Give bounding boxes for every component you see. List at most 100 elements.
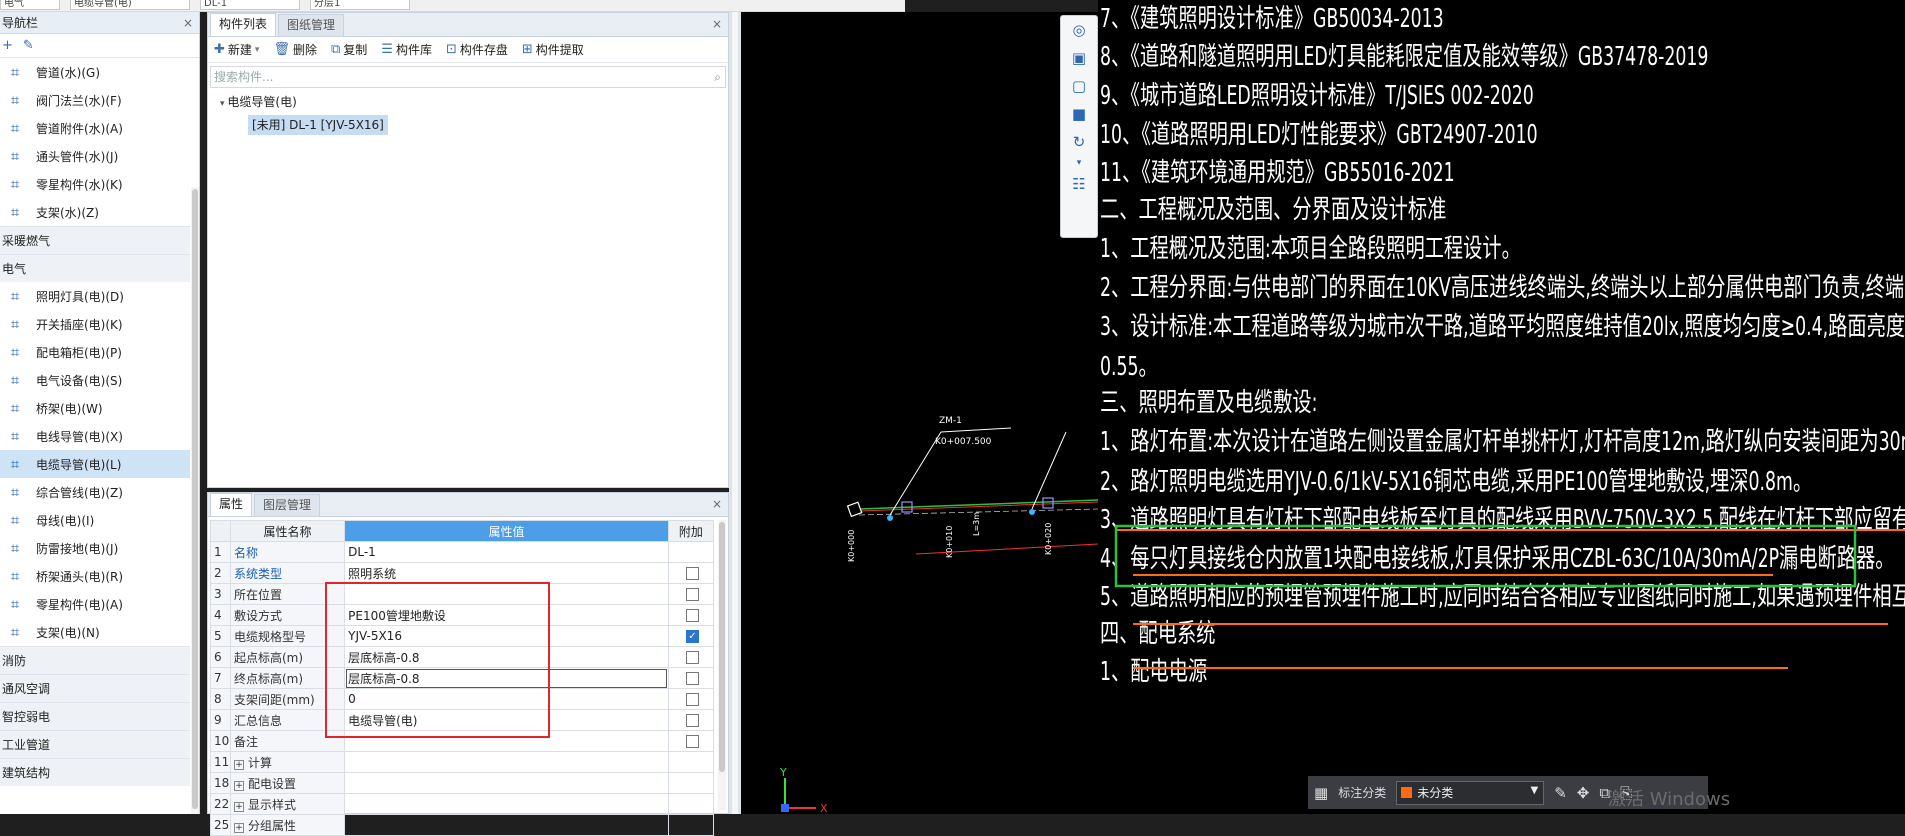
property-group-row[interactable]: 11 + 计算 [210,751,715,773]
property-value[interactable]: 照明系统 [344,562,669,584]
property-group-name[interactable]: + 显示样式 [229,793,346,815]
top-field-2[interactable]: 电缆导管(电) [70,0,190,10]
property-value [344,751,669,773]
extra-checkbox[interactable] [685,609,699,622]
property-group-row[interactable]: 18 + 配电设置 [210,772,715,794]
nav-item-water-4[interactable]: ⌗ 零星构件(水)(K) [0,170,190,198]
extra-checkbox[interactable] [685,693,699,706]
top-field-3[interactable]: DL-1 [200,0,300,10]
nav-item-elec-6[interactable]: ⌗ 电缆导管(电)(L) [0,450,190,478]
property-group-name[interactable]: + 配电设置 [229,772,346,794]
nav-item-elec-2[interactable]: ⌗ 配电箱柜(电)(P) [0,338,190,366]
delete-button[interactable]: 🗑 删除 [273,41,317,58]
copy-button[interactable]: ⧉ 复制 [331,41,367,58]
nav-item-water-0[interactable]: ⌗ 管道(水)(G) [0,58,190,86]
nav-item-elec-12[interactable]: ⌗ 支架(电)(N) [0,618,190,646]
close-icon[interactable]: × [712,497,722,511]
new-button[interactable]: ✚ 新建 ▾ [214,41,259,58]
property-name: 系统类型 [229,562,346,584]
extra-checkbox[interactable] [685,714,699,727]
nav-item-label: 通头管件(水)(J) [36,149,119,164]
cube-view-icon[interactable]: ▢ [1061,72,1097,100]
extract-component-button[interactable]: ⊞ 构件提取 [522,41,584,58]
nav-category-2[interactable]: 智控弱电 [0,702,190,730]
close-icon[interactable]: × [183,12,193,34]
move-icon[interactable]: ✥ [1577,784,1590,802]
nav-item-label: 电气设备(电)(S) [36,373,123,388]
nav-item-elec-0[interactable]: ⌗ 照明灯具(电)(D) [0,282,190,310]
library-icon: ☰ [381,42,393,57]
save-component-button[interactable]: ⊡ 构件存盘 [446,41,508,58]
top-field-1[interactable]: 电气 [0,0,60,10]
nav-item-elec-3[interactable]: ⌗ 电气设备(电)(S) [0,366,190,394]
solid-view-icon[interactable]: ■ [1061,100,1097,128]
nav-category-3[interactable]: 工业管道 [0,730,190,758]
property-group-row[interactable]: 22 + 显示样式 [210,793,715,815]
3d-view-icon[interactable]: ▣ [1061,44,1097,72]
extra-checkbox[interactable] [685,651,699,664]
extra-checkbox[interactable] [685,588,699,601]
nav-category-1[interactable]: 通风空调 [0,674,190,702]
property-value[interactable]: DL-1 [344,541,669,563]
nav-item-elec-4[interactable]: ⌗ 桥架(电)(W) [0,394,190,422]
nav-item-water-3[interactable]: ⌗ 通头管件(水)(J) [0,142,190,170]
edit-note-icon[interactable]: ✎ [1554,784,1567,802]
edit-icon[interactable]: ✎ [23,38,34,53]
component-library-button[interactable]: ☰ 构件库 [381,41,432,58]
nav-item-elec-1[interactable]: ⌗ 开关插座(电)(K) [0,310,190,338]
tree-leaf-dl1[interactable]: [未用] DL-1 [YJV-5X16] [248,115,388,135]
tree-node-cable-conduit[interactable]: ▾ 电缆导管(电) [208,91,728,113]
nav-scrollbar[interactable] [191,187,199,814]
properties-scrollbar[interactable] [718,520,726,810]
cad-label-k0020: K0+020 [1044,523,1053,555]
search-icon[interactable]: ⌕ [714,67,721,87]
tab-component-list[interactable]: 构件列表 [210,13,277,36]
dropdown-icon[interactable]: ▾ [1061,156,1097,170]
layer-view-icon[interactable]: ☷ [1061,170,1097,198]
add-icon[interactable]: + [2,38,13,53]
tab-drawing-management[interactable]: 图纸管理 [278,14,345,36]
grid-icon[interactable]: ▦ [1314,784,1328,802]
expand-icon[interactable]: + [233,759,244,770]
nav-item-elec-9[interactable]: ⌗ 防雷接地(电)(J) [0,534,190,562]
top-field-4[interactable]: 分层1 [310,0,410,10]
nav-item-label: 电线导管(电)(X) [36,429,123,444]
nav-item-elec-8[interactable]: ⌗ 母线(电)(I) [0,506,190,534]
grounding-icon: ⌗ [10,539,20,557]
nav-item-label: 综合管线(电)(Z) [36,485,123,500]
expand-icon[interactable]: + [233,801,244,812]
nav-item-water-1[interactable]: ⌗ 阀门法兰(水)(F) [0,86,190,114]
nav-item-water-5[interactable]: ⌗ 支架(水)(Z) [0,198,190,226]
property-group-name[interactable]: + 分组属性 [229,814,346,836]
close-icon[interactable]: × [712,17,722,31]
tab-layer-management[interactable]: 图层管理 [254,494,321,516]
expand-icon[interactable]: + [233,780,244,791]
property-group-row[interactable]: 25 + 分组属性 [210,814,715,836]
nav-item-elec-7[interactable]: ⌗ 综合管线(电)(Z) [0,478,190,506]
property-row[interactable]: 2 系统类型 照明系统 [210,562,715,584]
property-row[interactable]: 1 名称 DL-1 [210,541,715,563]
top-toolbar-strip: 电气 电缆导管(电) DL-1 分层1 [0,0,905,12]
extra-cell [667,793,715,815]
component-search-input[interactable]: 搜索构件... ⌕ [210,66,726,88]
nav-item-elec-11[interactable]: ⌗ 零星构件(电)(A) [0,590,190,618]
annotation-category-select[interactable]: 未分类 ▼ [1396,780,1545,805]
splitter[interactable] [729,12,741,814]
rotate-icon[interactable]: ↻ [1061,128,1097,156]
nav-category-4[interactable]: 建筑结构 [0,758,190,786]
nav-item-elec-5[interactable]: ⌗ 电线导管(电)(X) [0,422,190,450]
extra-checkbox[interactable]: ✓ [685,630,699,643]
extra-checkbox[interactable] [685,735,699,748]
nav-item-water-2[interactable]: ⌗ 管道附件(水)(A) [0,114,190,142]
nav-item-elec-10[interactable]: ⌗ 桥架通头(电)(R) [0,562,190,590]
extra-checkbox[interactable] [685,567,699,580]
property-group-name[interactable]: + 计算 [229,751,346,773]
nav-category-hvac[interactable]: 采暖燃气 [0,226,190,254]
nav-category-0[interactable]: 消防 [0,646,190,674]
tab-properties[interactable]: 属性 [210,493,253,516]
extra-checkbox[interactable] [685,672,699,685]
orbit-icon[interactable]: ◎ [1061,16,1097,44]
cad-canvas[interactable]: ZM-1 K0+007.500 K0+000 K0+010 L=3m K0+02… [741,12,1098,814]
nav-category-electrical[interactable]: 电气 [0,254,190,282]
expand-icon[interactable]: + [233,822,244,833]
